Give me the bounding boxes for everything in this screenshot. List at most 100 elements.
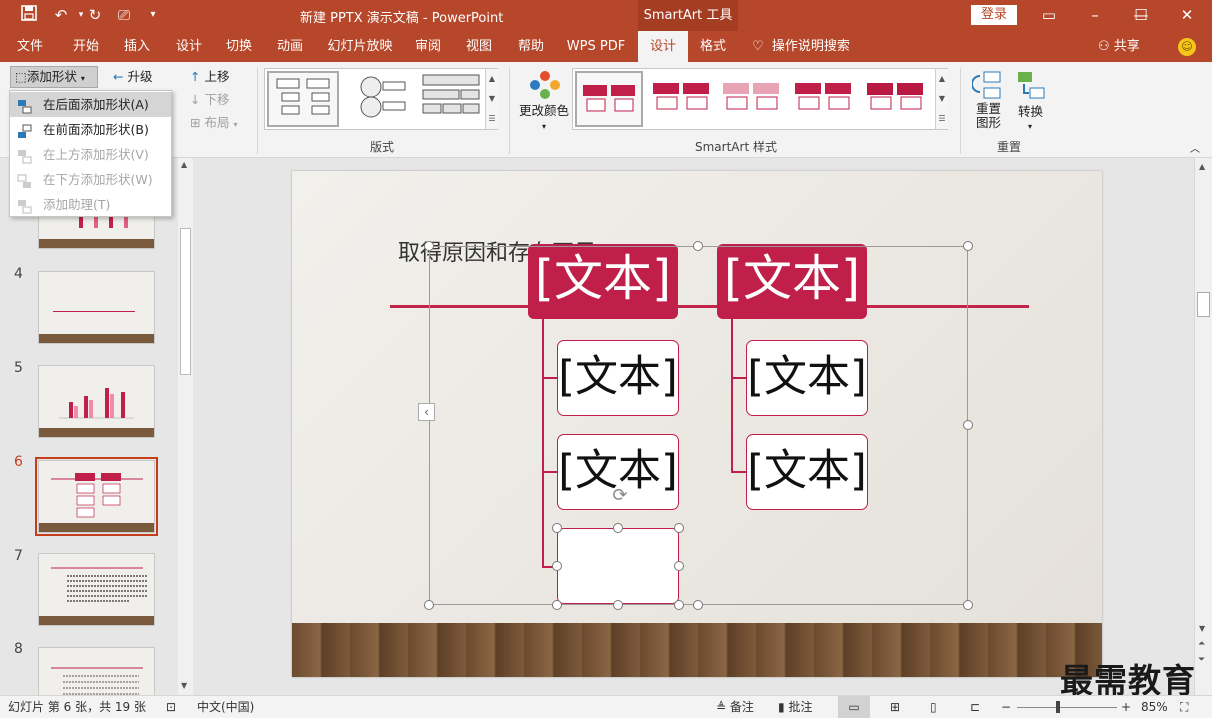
- layout-button[interactable]: ⊞ 布局 ▾: [190, 113, 237, 133]
- style-option-flat[interactable]: [649, 71, 715, 127]
- fit-to-window-icon[interactable]: ⛶: [1180, 696, 1188, 718]
- group-separator: [509, 68, 510, 154]
- add-assistant-item[interactable]: 添加助理(T): [10, 192, 171, 217]
- shape-resize-handle[interactable]: [552, 561, 562, 571]
- layout-option-circles[interactable]: [345, 71, 417, 127]
- text-pane-toggle-chevron-left-icon[interactable]: ‹: [418, 403, 435, 421]
- add-shape-above-item[interactable]: 在上方添加形状(V): [10, 142, 171, 167]
- chevron-down-icon: ▼: [1199, 624, 1206, 633]
- layouts-gallery-scroll[interactable]: ▲ ▼ ☰: [485, 69, 498, 129]
- ribbon-display-options-icon[interactable]: ▭: [1026, 0, 1072, 31]
- zoom-level[interactable]: 85%: [1141, 696, 1168, 718]
- resize-handle[interactable]: [963, 600, 973, 610]
- zoom-slider-track[interactable]: [1017, 707, 1117, 708]
- present-icon[interactable]: ⎚: [113, 5, 135, 25]
- add-shape-after-item[interactable]: 在后面添加形状(A): [10, 92, 171, 117]
- undo-icon[interactable]: ↶: [50, 5, 72, 25]
- layout-option-selected[interactable]: [267, 71, 339, 127]
- share-label: 共享: [1113, 39, 1140, 54]
- shape-resize-handle[interactable]: [674, 561, 684, 571]
- slide-scrollbar[interactable]: ▲ ▼ ⏶ ⏷: [1194, 158, 1212, 695]
- next-slide-icon[interactable]: ⏷: [1198, 655, 1205, 665]
- save-icon[interactable]: [18, 5, 40, 25]
- tab-wps-pdf[interactable]: WPS PDF: [562, 31, 630, 62]
- promote-button[interactable]: ← 升级: [113, 67, 152, 87]
- slide-thumbnail-7[interactable]: [38, 553, 155, 626]
- layout-option-grid[interactable]: [419, 71, 491, 127]
- add-shape-icon: ⬚: [15, 69, 27, 84]
- resize-handle[interactable]: [693, 241, 703, 251]
- style-option-moderate[interactable]: [791, 71, 857, 127]
- reading-view-icon[interactable]: ▯: [930, 696, 937, 718]
- share-button[interactable]: ⚇ 共享: [1098, 31, 1140, 62]
- notes-button[interactable]: ≜ 备注: [716, 696, 754, 718]
- language-status[interactable]: 中文(中国): [197, 696, 254, 718]
- style-option-intense[interactable]: [863, 71, 929, 127]
- notes-label: 备注: [729, 700, 754, 714]
- status-bar: 幻灯片 第 6 张，共 19 张 ⊡ 中文(中国) ≜ 备注 ▮ 批注 ▭ ⊞ …: [0, 695, 1212, 718]
- tab-design[interactable]: 设计: [168, 31, 210, 62]
- slide-thumbnail-5[interactable]: [38, 365, 155, 438]
- move-up-button[interactable]: ↑ 上移: [190, 67, 229, 87]
- resize-handle[interactable]: [693, 600, 703, 610]
- maximize-icon[interactable]: ☐: [1118, 0, 1164, 31]
- chevron-down-icon: ▼: [181, 681, 188, 690]
- shape-resize-handle[interactable]: [613, 600, 623, 610]
- style-option-selected[interactable]: [575, 71, 643, 127]
- normal-view-icon[interactable]: ▭: [838, 696, 870, 718]
- shape-resize-handle[interactable]: [613, 523, 623, 533]
- move-down-button[interactable]: ↓ 下移: [190, 90, 229, 110]
- chevron-down-icon: ▾: [1028, 122, 1033, 131]
- slide-thumbnail-8[interactable]: [38, 647, 155, 702]
- reset-graphic-button[interactable]: 重置 图形: [976, 102, 1001, 132]
- add-shape-before-item[interactable]: 在前面添加形状(B): [10, 117, 171, 142]
- zoom-out-icon[interactable]: −: [1001, 696, 1011, 718]
- shape-resize-handle[interactable]: [674, 523, 684, 533]
- feedback-smiley-icon[interactable]: ☺: [1178, 38, 1196, 56]
- tab-home[interactable]: 开始: [64, 31, 108, 62]
- zoom-slider-thumb[interactable]: [1056, 701, 1060, 713]
- shape-resize-handle[interactable]: [552, 523, 562, 533]
- tab-help[interactable]: 帮助: [510, 31, 552, 62]
- minimize-icon[interactable]: –: [1072, 0, 1118, 31]
- spell-check-icon[interactable]: ⊡: [166, 696, 176, 718]
- scrollbar-thumb[interactable]: [1197, 292, 1210, 317]
- thumbnail-scrollbar[interactable]: ▲ ▼: [178, 158, 193, 695]
- slideshow-view-icon[interactable]: ⊏: [970, 696, 980, 718]
- zoom-in-icon[interactable]: +: [1121, 696, 1131, 718]
- menu-bar: 文件 开始 插入 设计 切换 动画 幻灯片放映 审阅 视图 帮助 WPS PDF…: [0, 31, 1212, 62]
- resize-handle[interactable]: [963, 241, 973, 251]
- previous-slide-icon[interactable]: ⏶: [1198, 639, 1205, 649]
- collapse-ribbon-icon[interactable]: ︿: [1190, 140, 1200, 160]
- tell-me-search[interactable]: ♡ 操作说明搜索: [752, 31, 850, 62]
- slide-thumbnail-6[interactable]: [38, 460, 155, 533]
- comments-button[interactable]: ▮ 批注: [778, 696, 812, 718]
- resize-handle[interactable]: [424, 600, 434, 610]
- tab-transitions[interactable]: 切换: [218, 31, 260, 62]
- resize-handle[interactable]: [963, 420, 973, 430]
- tab-format[interactable]: 格式: [690, 31, 736, 62]
- tab-view[interactable]: 视图: [458, 31, 500, 62]
- style-option-light[interactable]: [719, 71, 785, 127]
- add-shape-button[interactable]: ⬚添加形状 ▾: [10, 66, 98, 88]
- slide[interactable]: 取得原因和存在不足 [文本] [文本] [文本] [文本] [文本] [文本]: [292, 171, 1102, 677]
- slide-thumbnail-4[interactable]: [38, 271, 155, 344]
- shape-resize-handle[interactable]: [674, 600, 684, 610]
- tab-slideshow[interactable]: 幻灯片放映: [322, 31, 398, 62]
- tab-file[interactable]: 文件: [10, 31, 50, 62]
- tab-review[interactable]: 审阅: [408, 31, 448, 62]
- shape-resize-handle[interactable]: [552, 600, 562, 610]
- tab-animations[interactable]: 动画: [269, 31, 311, 62]
- tab-insert[interactable]: 插入: [116, 31, 158, 62]
- close-icon[interactable]: ✕: [1164, 0, 1210, 31]
- styles-gallery-scroll[interactable]: ▲ ▼ ☰: [935, 69, 948, 129]
- add-shape-below-item[interactable]: 在下方添加形状(W): [10, 167, 171, 192]
- tab-smartart-design[interactable]: 设计: [638, 31, 688, 62]
- customize-quick-access-icon[interactable]: ▾: [142, 5, 164, 25]
- login-button[interactable]: 登录: [971, 5, 1017, 25]
- scrollbar-thumb[interactable]: [180, 228, 191, 375]
- slide-sorter-icon[interactable]: ⊞: [890, 696, 900, 718]
- rotate-handle-icon[interactable]: ⟳: [609, 485, 631, 507]
- redo-icon[interactable]: ↻: [84, 5, 106, 25]
- resize-handle[interactable]: [424, 241, 434, 251]
